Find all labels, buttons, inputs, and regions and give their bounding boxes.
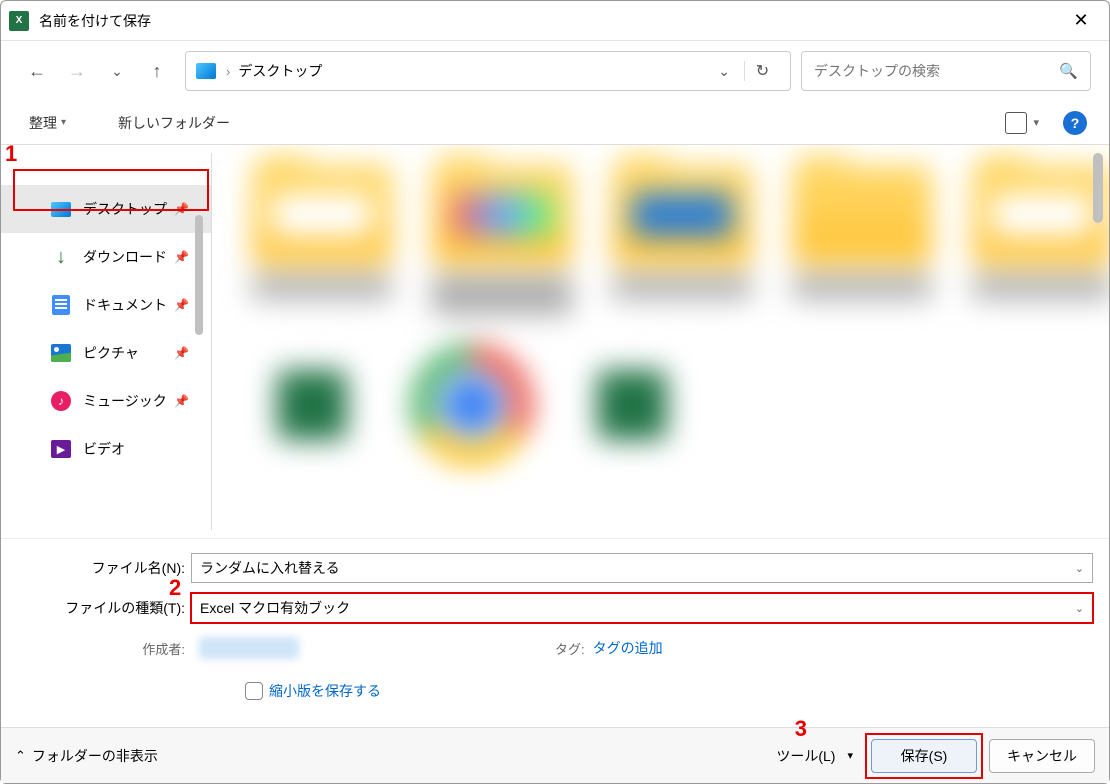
help-button[interactable]: ? — [1063, 111, 1087, 135]
sidebar-scrollbar[interactable] — [195, 215, 203, 335]
thumbnail-row: 縮小版を保存する — [17, 669, 1093, 717]
sidebar-item-label: ドキュメント — [83, 295, 174, 315]
chevron-down-icon[interactable]: ⌄ — [1075, 602, 1084, 615]
search-box[interactable]: 🔍 — [801, 51, 1091, 91]
cancel-button-label: キャンセル — [1007, 746, 1077, 766]
nav-recent-button[interactable]: ⌄ — [99, 53, 135, 89]
document-icon — [52, 295, 70, 315]
desktop-icon — [196, 63, 216, 79]
nav-back-button[interactable]: ← — [19, 53, 55, 89]
sidebar-item-label: デスクトップ — [83, 199, 174, 219]
content-scrollbar[interactable] — [1093, 153, 1103, 223]
filename-field[interactable]: ランダムに入れ替える ⌄ — [191, 553, 1093, 583]
save-button[interactable]: 保存(S) — [871, 739, 977, 773]
sidebar-item-downloads[interactable]: ↓ ダウンロード 📌 — [1, 233, 211, 281]
filetype-label: ファイルの種類(T): — [17, 598, 191, 618]
pin-icon[interactable]: 📌 — [174, 346, 189, 360]
blurred-content — [212, 145, 1109, 538]
chevron-up-icon: ⌃ — [15, 748, 26, 764]
pin-icon[interactable]: 📌 — [174, 298, 189, 312]
sidebar-item-pictures[interactable]: ピクチャ 📌 — [1, 329, 211, 377]
sidebar-item-videos[interactable]: ▶ ビデオ — [1, 425, 211, 473]
hide-folders-button[interactable]: ⌃ フォルダーの非表示 — [15, 746, 158, 766]
chevron-down-icon[interactable]: ⌄ — [1075, 562, 1084, 575]
pin-icon[interactable]: 📌 — [174, 394, 189, 408]
save-thumbnail-checkbox[interactable] — [245, 682, 263, 700]
download-icon: ↓ — [56, 246, 66, 269]
sidebar-item-label: ミュージック — [83, 391, 174, 411]
sidebar: 1 デスクトップ 📌 ↓ ダウンロード 📌 ドキュメント 📌 ピクチャ 📌 — [1, 145, 211, 538]
file-list-pane[interactable] — [212, 145, 1109, 538]
tools-label: ツール(L) — [776, 746, 835, 766]
video-icon: ▶ — [51, 440, 71, 458]
toolbar: 整理 ▾ 新しいフォルダー ▾ ? — [1, 101, 1109, 145]
filetype-field[interactable]: Excel マクロ有効ブック ⌄ — [191, 593, 1093, 623]
sidebar-item-label: ダウンロード — [83, 247, 174, 267]
save-button-label: 保存(S) — [901, 746, 948, 766]
filetype-row: ファイルの種類(T): Excel マクロ有効ブック ⌄ — [17, 593, 1093, 623]
search-icon[interactable]: 🔍 — [1059, 62, 1078, 80]
form-area: ファイル名(N): ランダムに入れ替える ⌄ 2 ファイルの種類(T): Exc… — [1, 538, 1109, 727]
tools-button[interactable]: ツール(L) ▾ — [770, 742, 859, 770]
save-as-dialog: X 名前を付けて保存 ✕ ← → ⌄ ↑ › デスクトップ ⌄ ↻ 🔍 整理 ▾… — [0, 0, 1110, 784]
pin-icon[interactable]: 📌 — [174, 202, 189, 216]
chevron-down-icon: ▾ — [847, 749, 853, 762]
address-dropdown-icon[interactable]: ⌄ — [710, 63, 738, 80]
address-separator: › — [226, 64, 230, 79]
refresh-button[interactable]: ↻ — [744, 61, 780, 81]
organize-button[interactable]: 整理 ▾ — [23, 109, 72, 137]
tags-label: タグ: — [555, 639, 585, 658]
desktop-icon — [51, 202, 71, 217]
address-bar[interactable]: › デスクトップ ⌄ ↻ — [185, 51, 791, 91]
nav-up-button[interactable]: ↑ — [139, 53, 175, 89]
hide-folders-label: フォルダーの非表示 — [32, 746, 158, 766]
new-folder-button[interactable]: 新しいフォルダー — [112, 109, 236, 137]
save-thumbnail-label[interactable]: 縮小版を保存する — [269, 681, 381, 701]
chevron-down-icon[interactable]: ▾ — [1033, 116, 1039, 129]
dialog-title: 名前を付けて保存 — [39, 11, 1061, 31]
pin-icon[interactable]: 📌 — [174, 250, 189, 264]
sidebar-item-label: ビデオ — [83, 439, 189, 459]
author-value-redacted — [199, 637, 299, 659]
filename-label: ファイル名(N): — [17, 558, 191, 578]
search-input[interactable] — [814, 63, 1059, 79]
add-tag-link[interactable]: タグの追加 — [593, 638, 663, 658]
address-location[interactable]: デスクトップ — [238, 61, 710, 81]
filename-row: ファイル名(N): ランダムに入れ替える ⌄ — [17, 553, 1093, 583]
new-folder-label: 新しいフォルダー — [118, 113, 230, 133]
nav-forward-button[interactable]: → — [59, 53, 95, 89]
metadata-row: 作成者: タグ: タグの追加 — [17, 633, 1093, 659]
annotation-number-1: 1 — [5, 145, 17, 167]
music-icon: ♪ — [51, 391, 71, 411]
picture-icon — [51, 344, 71, 362]
body-area: 1 デスクトップ 📌 ↓ ダウンロード 📌 ドキュメント 📌 ピクチャ 📌 — [1, 145, 1109, 538]
sidebar-item-music[interactable]: ♪ ミュージック 📌 — [1, 377, 211, 425]
sidebar-item-documents[interactable]: ドキュメント 📌 — [1, 281, 211, 329]
close-button[interactable]: ✕ — [1061, 3, 1101, 39]
footer: ⌃ フォルダーの非表示 ツール(L) ▾ 3 保存(S) キャンセル — [1, 727, 1109, 783]
chevron-down-icon: ▾ — [61, 117, 66, 128]
filename-value[interactable]: ランダムに入れ替える — [200, 558, 340, 578]
nav-bar: ← → ⌄ ↑ › デスクトップ ⌄ ↻ 🔍 — [1, 41, 1109, 101]
cancel-button[interactable]: キャンセル — [989, 739, 1095, 773]
titlebar: X 名前を付けて保存 ✕ — [1, 1, 1109, 41]
view-mode-button[interactable] — [1005, 112, 1027, 134]
organize-label: 整理 — [29, 113, 57, 133]
sidebar-item-desktop[interactable]: デスクトップ 📌 — [1, 185, 211, 233]
excel-app-icon: X — [9, 11, 29, 31]
author-label: 作成者: — [142, 642, 185, 657]
filetype-value[interactable]: Excel マクロ有効ブック — [200, 598, 350, 618]
sidebar-item-label: ピクチャ — [83, 343, 174, 363]
